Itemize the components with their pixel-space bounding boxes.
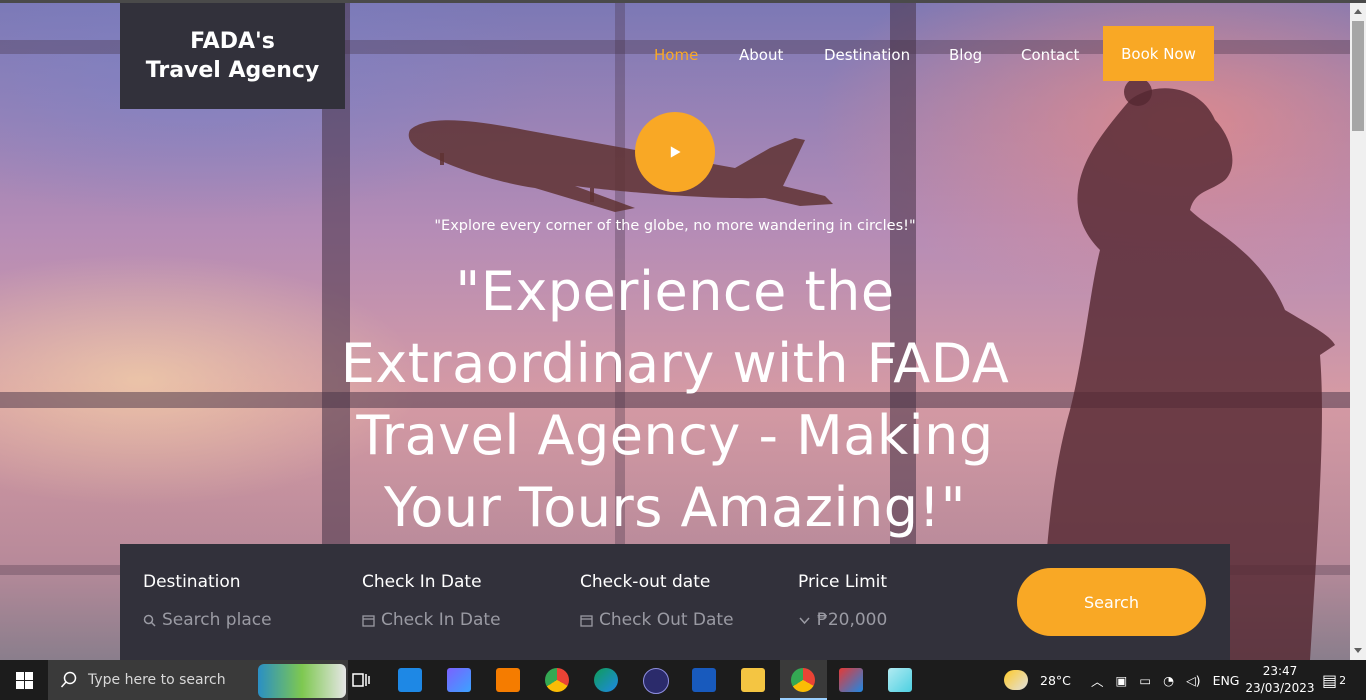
wifi-icon[interactable]: ◔ — [1163, 673, 1174, 688]
brand-line1: FADA's — [190, 29, 275, 54]
notification-center[interactable]: ▤ 2 — [1322, 660, 1346, 700]
notification-count: 2 — [1339, 673, 1347, 687]
clock-time: 23:47 — [1262, 664, 1298, 678]
scroll-down-arrow[interactable] — [1354, 648, 1362, 653]
nav-contact[interactable]: Contact — [1021, 46, 1079, 64]
play-icon — [670, 146, 681, 158]
brand-line2: Travel Agency — [145, 58, 320, 83]
design-app-icon[interactable] — [839, 668, 863, 692]
price-label: Price Limit — [798, 572, 888, 592]
windows-icon — [15, 671, 33, 689]
volume-icon[interactable]: ◁) — [1186, 673, 1201, 688]
destination-field[interactable]: Destination Search place — [143, 572, 272, 630]
destination-input[interactable]: Search place — [162, 610, 272, 630]
search-icon — [60, 671, 77, 688]
app-icon[interactable] — [643, 668, 669, 694]
taskbar: Type here to search 28°C ︿ ▣ ▭ ◔ ◁) ENG … — [0, 660, 1366, 700]
nav-blog[interactable]: Blog — [949, 46, 982, 64]
task-view-icon[interactable] — [349, 668, 373, 692]
word-icon[interactable] — [692, 668, 716, 692]
nav-home[interactable]: Home — [654, 46, 698, 64]
scrollbar-thumb[interactable] — [1352, 21, 1364, 131]
weather-widget[interactable]: 28°C — [1004, 660, 1071, 700]
edge-icon[interactable] — [594, 668, 618, 692]
calendar-icon — [362, 614, 375, 627]
hero-tagline: "Explore every corner of the globe, no m… — [434, 218, 916, 234]
check-out-field[interactable]: Check-out date Check Out Date — [580, 572, 734, 630]
network-app-icon[interactable] — [496, 668, 520, 692]
check-out-input[interactable]: Check Out Date — [599, 610, 734, 630]
notes-app-icon[interactable] — [888, 668, 912, 692]
language-indicator[interactable]: ENG — [1213, 673, 1240, 688]
play-button[interactable] — [635, 112, 715, 192]
search-button[interactable]: Search — [1017, 568, 1206, 636]
search-panel: Destination Search place Check In Date C… — [120, 544, 1230, 660]
chrome-active-tab[interactable] — [780, 660, 827, 700]
chevron-down-icon — [799, 616, 810, 624]
search-highlight-image — [258, 664, 346, 698]
destination-label: Destination — [143, 572, 241, 592]
taskbar-search[interactable]: Type here to search — [48, 660, 348, 700]
nav-about[interactable]: About — [739, 46, 783, 64]
book-now-button[interactable]: Book Now — [1103, 26, 1214, 81]
taskbar-search-input[interactable]: Type here to search — [88, 672, 226, 688]
nav-destination[interactable]: Destination — [824, 46, 910, 64]
mail-icon[interactable] — [398, 668, 422, 692]
check-in-input[interactable]: Check In Date — [381, 610, 501, 630]
file-explorer-icon[interactable] — [741, 668, 765, 692]
check-out-label: Check-out date — [580, 572, 711, 592]
chrome-icon[interactable] — [545, 668, 569, 692]
start-button[interactable] — [0, 660, 48, 700]
calendar-icon — [580, 614, 593, 627]
weather-temp: 28°C — [1040, 672, 1071, 688]
meet-icon[interactable]: ▣ — [1116, 673, 1128, 688]
clock-date: 23/03/2023 — [1245, 681, 1315, 695]
brand-logo[interactable]: FADA's Travel Agency — [120, 3, 345, 109]
search-icon — [143, 614, 156, 627]
airplane-silhouette — [408, 120, 833, 212]
taskbar-clock[interactable]: 23:47 23/03/2023 — [1240, 663, 1320, 697]
price-field[interactable]: Price Limit ₱20,000 — [798, 572, 888, 630]
chevron-up-icon[interactable]: ︿ — [1091, 671, 1104, 690]
check-in-label: Check In Date — [362, 572, 482, 592]
chrome-icon — [791, 668, 815, 692]
price-select[interactable]: ₱20,000 — [817, 610, 887, 630]
battery-icon[interactable]: ▭ — [1139, 673, 1151, 688]
scroll-up-arrow[interactable] — [1354, 9, 1362, 14]
check-in-field[interactable]: Check In Date Check In Date — [362, 572, 501, 630]
hero-headline: "Experience the Extraordinary with FADA … — [340, 260, 1010, 539]
weather-icon — [1004, 670, 1028, 690]
copilot-icon[interactable] — [447, 668, 471, 692]
notification-icon: ▤ — [1322, 670, 1338, 690]
page-scrollbar[interactable] — [1350, 3, 1366, 660]
